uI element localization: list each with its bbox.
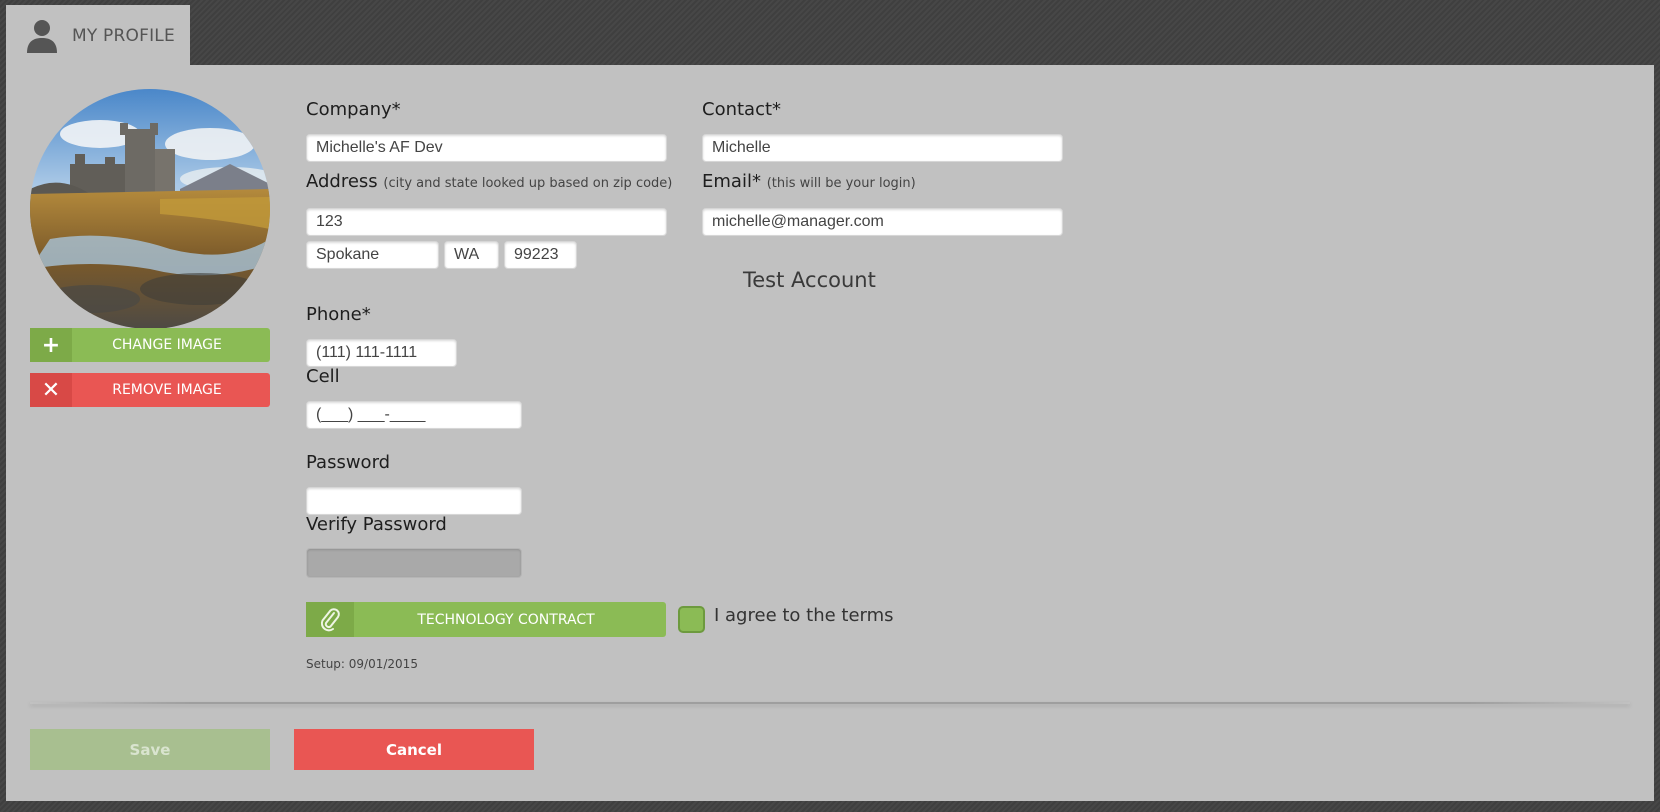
phone-label: Phone*: [306, 304, 371, 325]
plus-icon: +: [30, 328, 72, 362]
city-input[interactable]: Spokane: [306, 241, 439, 269]
address-label: Address (city and state looked up based …: [306, 171, 672, 192]
phone-input[interactable]: (111) 111-1111: [306, 339, 457, 367]
profile-panel: + CHANGE IMAGE ✕ REMOVE IMAGE Company* M…: [6, 65, 1654, 801]
email-input[interactable]: michelle@manager.com: [702, 208, 1063, 236]
tab-my-profile[interactable]: MY PROFILE: [6, 5, 190, 66]
user-icon: [27, 19, 57, 53]
verify-password-input[interactable]: [306, 548, 522, 578]
address-hint: (city and state looked up based on zip c…: [383, 176, 673, 191]
agree-terms-checkbox[interactable]: [678, 606, 705, 633]
cancel-button[interactable]: Cancel: [294, 729, 534, 770]
cell-input[interactable]: (___) ___-____: [306, 401, 522, 429]
agree-terms-label: I agree to the terms: [714, 605, 894, 626]
address-line1-input[interactable]: 123: [306, 208, 667, 236]
contact-label: Contact*: [702, 99, 782, 120]
tab-label: MY PROFILE: [72, 25, 175, 46]
change-image-button[interactable]: + CHANGE IMAGE: [30, 328, 270, 362]
close-icon: ✕: [30, 373, 72, 407]
email-hint: (this will be your login): [766, 176, 916, 191]
company-label: Company*: [306, 99, 401, 120]
company-input[interactable]: Michelle's AF Dev: [306, 134, 667, 162]
save-button[interactable]: Save: [30, 729, 270, 770]
email-label: Email* (this will be your login): [702, 171, 916, 192]
zip-input[interactable]: 99223: [504, 241, 577, 269]
password-input[interactable]: [306, 487, 522, 515]
remove-image-button[interactable]: ✕ REMOVE IMAGE: [30, 373, 270, 407]
footer-divider: [30, 702, 1630, 704]
account-type-label: Test Account: [743, 268, 876, 292]
address-label-text: Address: [306, 171, 378, 192]
state-input[interactable]: WA: [444, 241, 499, 269]
email-label-text: Email*: [702, 171, 761, 192]
password-label: Password: [306, 452, 391, 473]
castle-landscape-image: [30, 89, 270, 329]
profile-avatar: [30, 89, 270, 329]
setup-date: Setup: 09/01/2015: [306, 657, 418, 671]
cell-label: Cell: [306, 366, 340, 387]
technology-contract-button[interactable]: TECHNOLOGY CONTRACT: [306, 602, 666, 637]
contact-input[interactable]: Michelle: [702, 134, 1063, 162]
paperclip-icon: [306, 602, 354, 637]
verify-password-label: Verify Password: [306, 514, 447, 535]
